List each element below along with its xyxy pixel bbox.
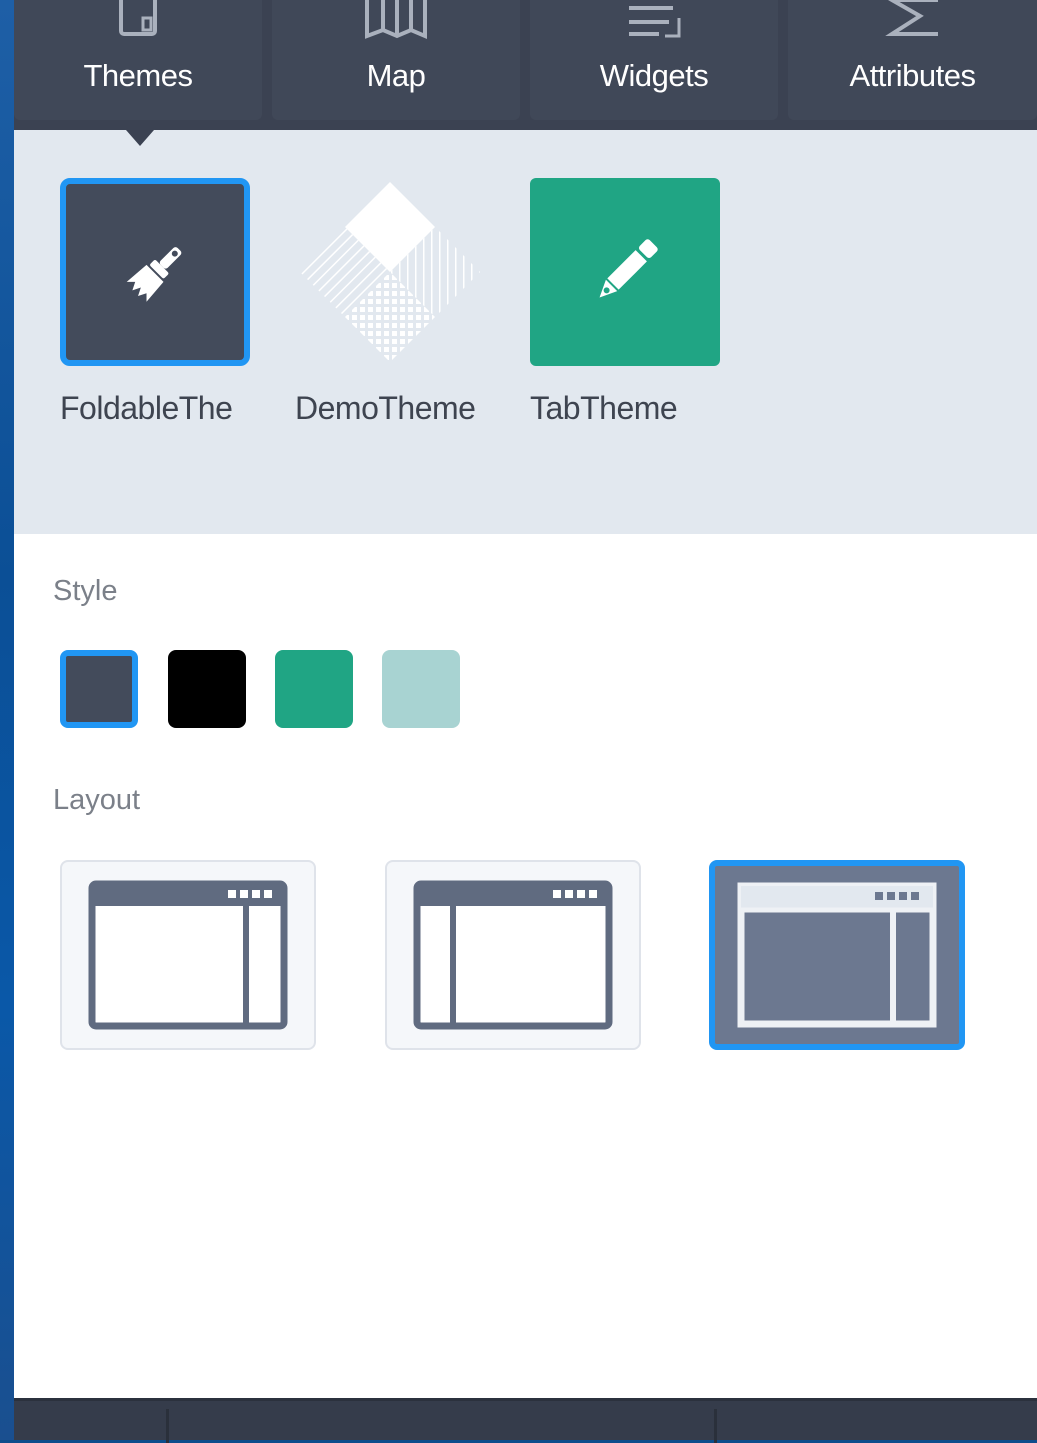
style-swatch-green[interactable] [275, 650, 353, 728]
tab-attributes-label: Attributes [849, 58, 976, 93]
tab-themes[interactable]: Themes [14, 0, 262, 120]
tab-widgets[interactable]: Widgets [530, 0, 778, 120]
layout-label: Layout [53, 784, 141, 816]
themes-icon [119, 0, 157, 36]
demo-theme-diamond-icon [300, 182, 480, 362]
tab-attributes[interactable]: Attributes [788, 0, 1037, 120]
layout-right-panel-icon [88, 880, 288, 1030]
bottom-toolbar-divider [714, 1409, 717, 1443]
active-tab-pointer [126, 130, 154, 146]
theme-demo-thumbnail[interactable] [295, 178, 485, 366]
theme-foldable[interactable]: FoldableThe [60, 178, 250, 426]
style-swatch-dark[interactable] [60, 650, 138, 728]
desktop-background-strip [0, 0, 14, 1440]
layout-left-panel-icon [413, 880, 613, 1030]
style-swatch-black[interactable] [168, 650, 246, 728]
theme-foldable-name: FoldableThe [60, 390, 233, 426]
map-icon [365, 0, 427, 40]
theme-gallery: FoldableThe DemoTheme TabTheme [14, 130, 1037, 534]
bottom-toolbar [14, 1398, 1037, 1443]
tab-map[interactable]: Map [272, 0, 520, 120]
attributes-icon [884, 0, 938, 36]
theme-demo[interactable]: DemoTheme [295, 178, 485, 426]
widgets-icon [629, 6, 681, 38]
layout-option-right-panel[interactable] [60, 860, 316, 1050]
layout-overlay-panel-icon [737, 882, 937, 1028]
pencil-icon [599, 239, 658, 298]
brush-icon [126, 247, 182, 302]
tab-widgets-label: Widgets [599, 58, 709, 93]
layout-option-left-panel[interactable] [385, 860, 641, 1050]
theme-foldable-thumbnail[interactable] [60, 178, 250, 366]
bottom-toolbar-divider [166, 1409, 169, 1443]
style-swatch-light-teal[interactable] [382, 650, 460, 728]
style-label: Style [53, 575, 118, 607]
tab-bar: Themes Map Widgets Attributes [14, 0, 1037, 130]
builder-panel: Themes Map Widgets Attributes FoldableTh… [14, 0, 1037, 1443]
layout-option-overlay-panel[interactable] [709, 860, 965, 1050]
theme-tab[interactable]: TabTheme [530, 178, 720, 426]
tab-map-label: Map [366, 58, 426, 93]
theme-tab-name: TabTheme [530, 390, 678, 426]
tab-themes-label: Themes [83, 58, 193, 93]
theme-tab-thumbnail[interactable] [530, 178, 720, 366]
theme-demo-name: DemoTheme [295, 390, 476, 426]
